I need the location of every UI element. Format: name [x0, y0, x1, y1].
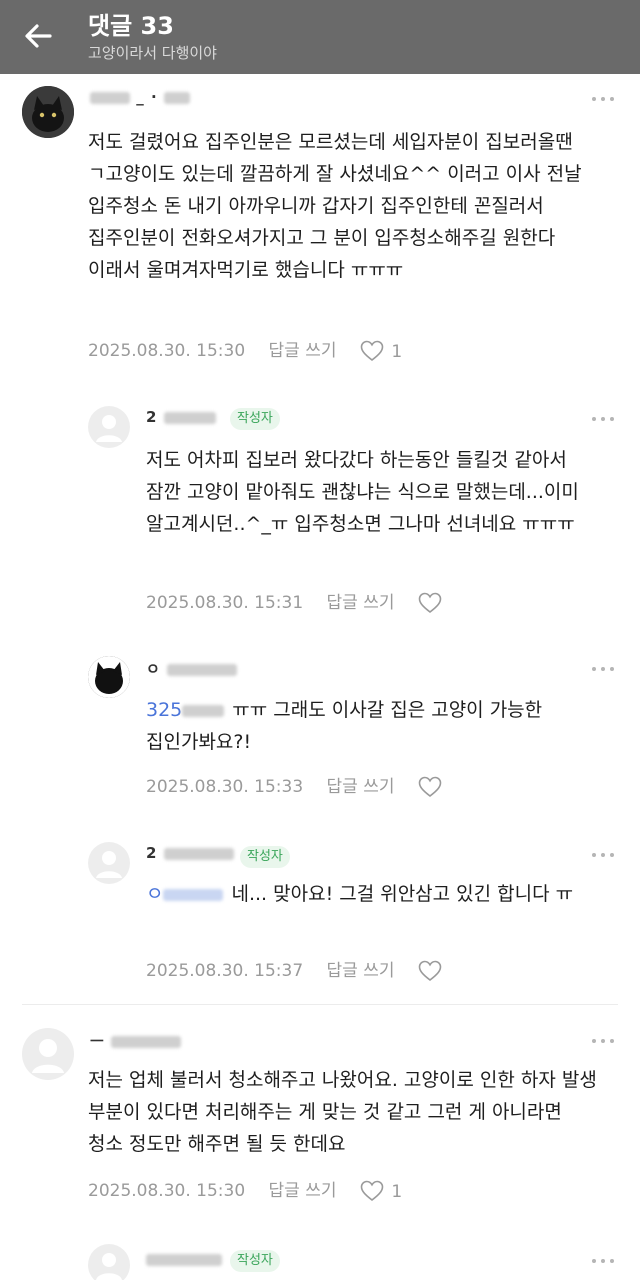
avatar[interactable]: [88, 1244, 130, 1280]
like-button[interactable]: [418, 960, 442, 982]
heart-icon: [418, 960, 442, 982]
like-count: 1: [391, 342, 403, 362]
avatar[interactable]: [22, 86, 74, 138]
comment-text: ㅇ 네... 맞아요! 그걸 위안삼고 있긴 합니다 ㅠ: [146, 883, 574, 905]
like-button[interactable]: 1: [360, 1180, 402, 1202]
page-subtitle: 고양이라서 다행이야: [88, 44, 217, 62]
cat-avatar-image: [88, 656, 130, 698]
cat-avatar-image: [22, 86, 74, 138]
comment-meta: 2025.08.30. 15:37 답글 쓰기: [146, 956, 442, 982]
comment-author[interactable]: 2: [146, 844, 234, 862]
comment-text: 저도 어차피 집보러 왔다갔다 하는동안 들킬것 같아서 잠깐 고양이 맡아줘도…: [146, 449, 579, 535]
mention-tag[interactable]: ㅇ: [146, 883, 163, 905]
comment-meta: 2025.08.30. 15:33 답글 쓰기: [146, 772, 442, 798]
comment-date: 2025.08.30. 15:30: [88, 341, 246, 361]
like-button[interactable]: [418, 776, 442, 798]
comment-author[interactable]: _ ·: [90, 88, 190, 106]
comment-text: 저는 업체 불러서 청소해주고 나왔어요. 고양이로 인한 하자 발생 부분이 …: [88, 1069, 597, 1155]
heart-icon: [418, 592, 442, 614]
comment-text: 325 ㅠㅠ 그래도 이사갈 집은 고양이 가능한 집인가봐요?!: [146, 699, 543, 753]
heart-icon: [360, 1180, 384, 1202]
reply-button[interactable]: 답글 쓰기: [269, 336, 337, 361]
comment-author[interactable]: ㅇ: [146, 658, 238, 679]
comment-date: 2025.08.30. 15:33: [146, 777, 304, 797]
comment-author[interactable]: [146, 1250, 222, 1268]
heart-icon: [360, 340, 384, 362]
comment-text: 저도 걸렸어요 집주인분은 모르셨는데 세입자분이 집보러올땐 ㄱ고양이도 있는…: [88, 131, 582, 281]
heart-icon: [418, 776, 442, 798]
back-button[interactable]: [20, 16, 60, 56]
default-avatar-icon: [32, 1039, 64, 1073]
avatar[interactable]: [88, 656, 130, 698]
mention-tag[interactable]: 325: [146, 699, 182, 721]
more-options-icon[interactable]: [592, 415, 616, 423]
comment-author[interactable]: 2: [146, 408, 216, 426]
like-button[interactable]: 1: [360, 340, 402, 362]
reply-button[interactable]: 답글 쓰기: [327, 956, 395, 981]
default-avatar-icon: [96, 1253, 122, 1280]
app-header: 댓글 33 고양이라서 다행이야: [0, 0, 640, 74]
comment-date: 2025.08.30. 15:31: [146, 593, 304, 613]
default-avatar-icon: [96, 415, 122, 442]
reply-button[interactable]: 답글 쓰기: [269, 1176, 337, 1201]
comment-author[interactable]: ㅡ: [90, 1030, 182, 1051]
author-badge: 작성자: [230, 1250, 280, 1272]
comment-date: 2025.08.30. 15:30: [88, 1181, 246, 1201]
default-avatar-icon: [96, 851, 122, 878]
avatar[interactable]: [22, 1028, 74, 1080]
author-badge: 작성자: [240, 846, 290, 868]
comment-meta: 2025.08.30. 15:30 답글 쓰기 1: [88, 336, 402, 362]
page-title: 댓글 33: [88, 12, 174, 40]
author-badge: 작성자: [230, 408, 280, 430]
more-options-icon[interactable]: [592, 1257, 616, 1265]
avatar[interactable]: [88, 842, 130, 884]
more-options-icon[interactable]: [592, 851, 616, 859]
like-count: 1: [391, 1182, 403, 1202]
avatar[interactable]: [88, 406, 130, 448]
reply-button[interactable]: 답글 쓰기: [327, 588, 395, 613]
comment-meta: 2025.08.30. 15:30 답글 쓰기 1: [88, 1176, 402, 1202]
reply-button[interactable]: 답글 쓰기: [327, 772, 395, 797]
more-options-icon[interactable]: [592, 665, 616, 673]
more-options-icon[interactable]: [592, 95, 616, 103]
comment-divider: [22, 1004, 618, 1005]
more-options-icon[interactable]: [592, 1037, 616, 1045]
like-button[interactable]: [418, 592, 442, 614]
comment-date: 2025.08.30. 15:37: [146, 961, 304, 981]
arrow-left-icon: [25, 24, 52, 48]
comment-meta: 2025.08.30. 15:31 답글 쓰기: [146, 588, 442, 614]
